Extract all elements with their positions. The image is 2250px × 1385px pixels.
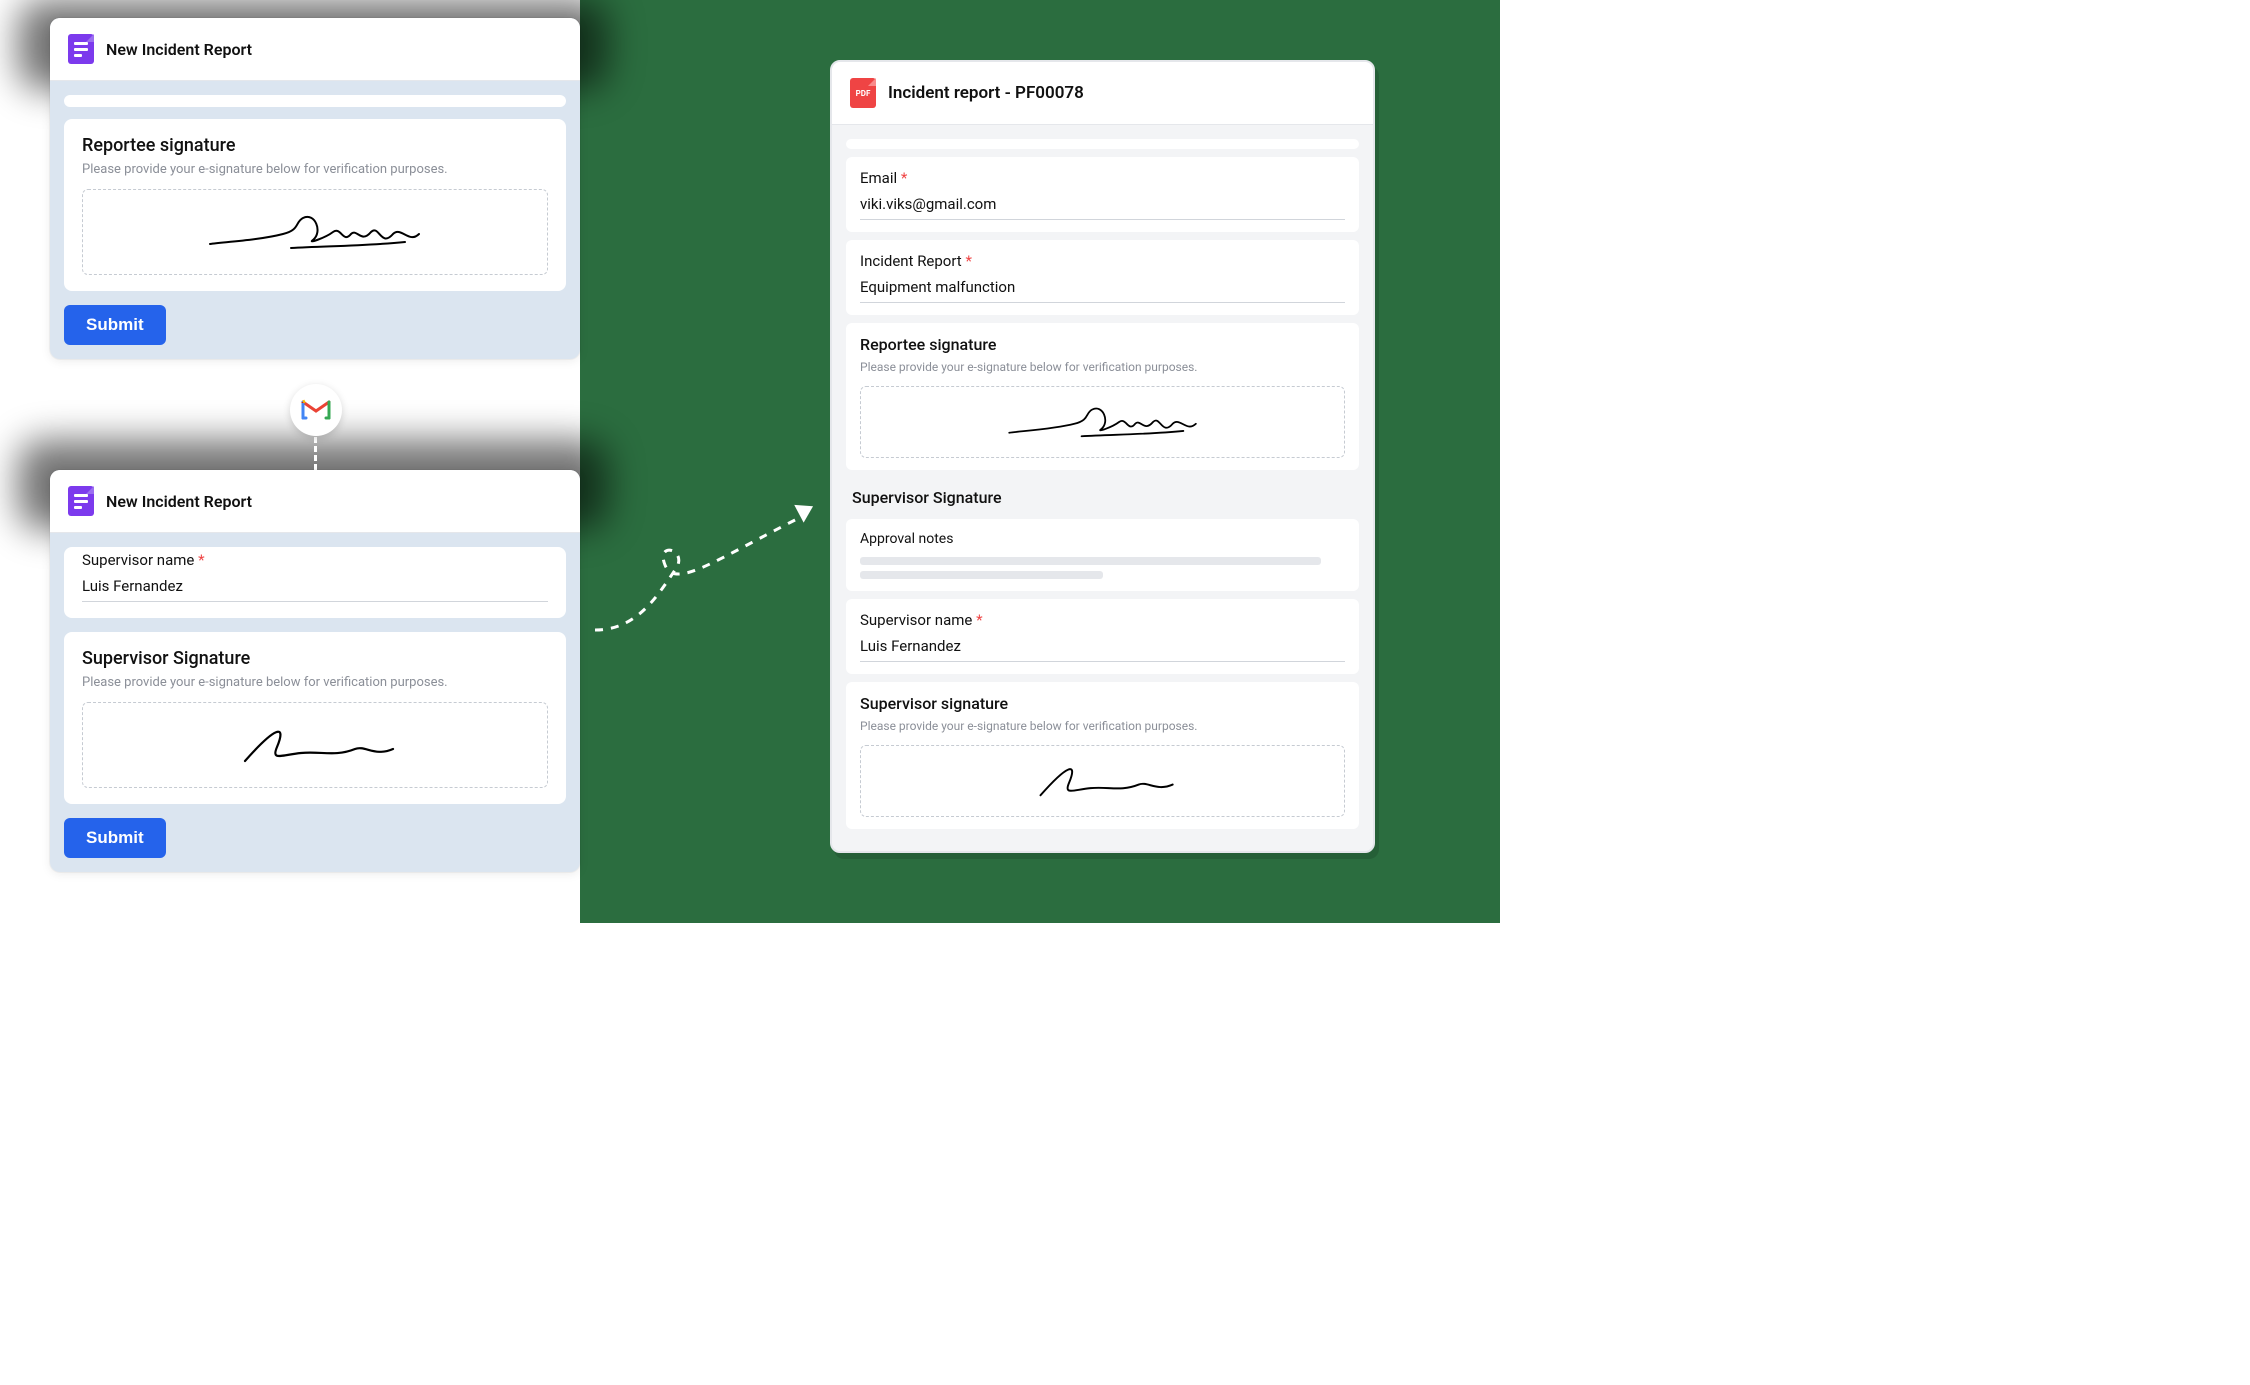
signature-display bbox=[860, 745, 1345, 817]
gmail-icon bbox=[301, 399, 331, 421]
form-card-reportee: New Incident Report Reportee signature P… bbox=[50, 18, 580, 359]
section-subtitle: Please provide your e-signature below fo… bbox=[82, 162, 548, 177]
submit-button[interactable]: Submit bbox=[64, 818, 166, 858]
pdf-icon: PDF bbox=[850, 78, 876, 108]
field-label: Email * bbox=[860, 169, 1345, 187]
approval-notes-section: Approval notes bbox=[846, 519, 1359, 591]
field-label: Supervisor name * bbox=[860, 611, 1345, 629]
peek-prev-section bbox=[64, 95, 566, 107]
approval-notes-label: Approval notes bbox=[860, 531, 1345, 547]
section-subtitle: Please provide your e-signature below fo… bbox=[860, 360, 1345, 374]
signature-glyph bbox=[215, 717, 415, 773]
field-label: Supervisor name * bbox=[82, 551, 548, 569]
section-subtitle: Please provide your e-signature below fo… bbox=[860, 719, 1345, 733]
supervisor-signature-heading: Supervisor Signature bbox=[838, 478, 1367, 511]
signature-section: Reportee signature Please provide your e… bbox=[64, 119, 566, 291]
google-forms-icon bbox=[68, 486, 94, 516]
card-body: Reportee signature Please provide your e… bbox=[50, 81, 580, 359]
supervisor-name-value: Luis Fernandez bbox=[860, 635, 1345, 662]
card-title: New Incident Report bbox=[106, 492, 252, 511]
reportee-signature-section: Reportee signature Please provide your e… bbox=[846, 323, 1359, 470]
card-body: Email * viki.viks@gmail.com Incident Rep… bbox=[832, 125, 1373, 851]
signature-section: Supervisor Signature Please provide your… bbox=[64, 632, 566, 804]
signature-glyph bbox=[205, 204, 425, 260]
section-title: Supervisor Signature bbox=[82, 648, 548, 669]
supervisor-signature-section: Supervisor signature Please provide your… bbox=[846, 682, 1359, 829]
signature-glyph bbox=[1003, 397, 1203, 447]
gmail-node bbox=[290, 384, 342, 436]
google-forms-icon bbox=[68, 34, 94, 64]
email-field-section: Email * viki.viks@gmail.com bbox=[846, 157, 1359, 232]
pdf-report-card: PDF Incident report - PF00078 Email * vi… bbox=[830, 60, 1375, 853]
supervisor-name-section: Supervisor name * Luis Fernandez bbox=[846, 599, 1359, 674]
incident-value: Equipment malfunction bbox=[860, 276, 1345, 303]
section-title: Supervisor signature bbox=[860, 694, 1345, 713]
field-label: Incident Report * bbox=[860, 252, 1345, 270]
section-title: Reportee signature bbox=[82, 135, 548, 156]
peek-prev-section bbox=[846, 139, 1359, 149]
signature-display bbox=[860, 386, 1345, 458]
card-header: PDF Incident report - PF00078 bbox=[832, 62, 1373, 125]
card-body: Supervisor name * Supervisor Signature P… bbox=[50, 533, 580, 872]
card-title: New Incident Report bbox=[106, 40, 252, 59]
incident-field-section: Incident Report * Equipment malfunction bbox=[846, 240, 1359, 315]
section-subtitle: Please provide your e-signature below fo… bbox=[82, 675, 548, 690]
placeholder-text-lines bbox=[860, 557, 1345, 579]
form-card-supervisor: New Incident Report Supervisor name * Su… bbox=[50, 470, 580, 872]
card-header: New Incident Report bbox=[50, 470, 580, 533]
submit-button[interactable]: Submit bbox=[64, 305, 166, 345]
section-title: Reportee signature bbox=[860, 335, 1345, 354]
name-field-section: Supervisor name * bbox=[64, 547, 566, 618]
signature-pad[interactable] bbox=[82, 702, 548, 788]
card-title: Incident report - PF00078 bbox=[888, 83, 1084, 103]
connector-arrow bbox=[595, 520, 825, 640]
supervisor-name-input[interactable] bbox=[82, 575, 548, 602]
email-value: viki.viks@gmail.com bbox=[860, 193, 1345, 220]
signature-glyph bbox=[1013, 756, 1193, 806]
signature-pad[interactable] bbox=[82, 189, 548, 275]
card-header: New Incident Report bbox=[50, 18, 580, 81]
